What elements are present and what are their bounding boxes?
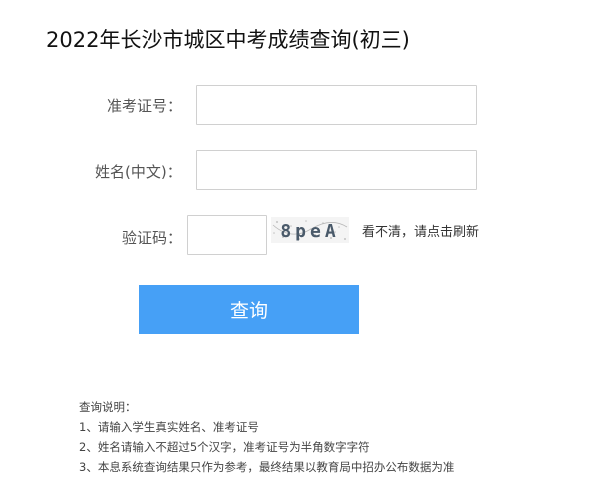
notes-item-1: 1、请输入学生真实姓名、准考证号 xyxy=(79,420,259,434)
notes-item-2: 2、姓名请输入不超过5个汉字，准考证号为半角数字字符 xyxy=(79,440,370,454)
captcha-label: 验证码： xyxy=(122,229,183,247)
captcha-input[interactable] xyxy=(187,215,267,255)
query-button[interactable]: 查询 xyxy=(139,285,359,334)
notes-item-3: 3、本息系统查询结果只作为参考，最终结果以教育局中招办公布数据为准 xyxy=(79,460,455,474)
name-input[interactable] xyxy=(196,150,477,190)
captcha-text: 8peA xyxy=(280,221,339,242)
notes-heading: 查询说明： xyxy=(79,400,137,414)
exam-id-label: 准考证号： xyxy=(107,97,183,115)
refresh-captcha-link[interactable]: 看不清，请点击刷新 xyxy=(362,221,479,240)
captcha-image[interactable]: 8peA xyxy=(271,217,349,243)
exam-id-input[interactable] xyxy=(196,85,477,125)
name-label: 姓名(中文)： xyxy=(95,163,182,181)
page-title: 2022年长沙市城区中考成绩查询(初三) xyxy=(46,28,410,52)
query-notes: 查询说明： 1、请输入学生真实姓名、准考证号 2、姓名请输入不超过5个汉字，准考… xyxy=(79,397,454,477)
